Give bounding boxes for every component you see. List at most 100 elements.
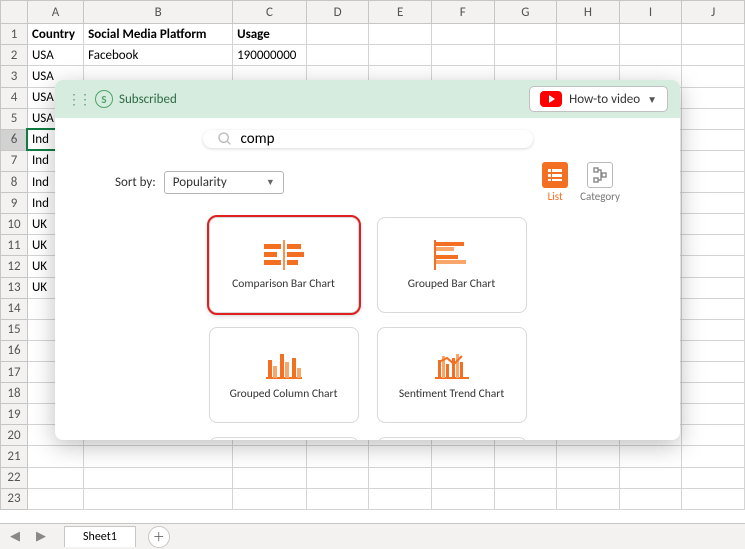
col-header[interactable]: J: [682, 1, 745, 24]
cell[interactable]: Country: [27, 24, 83, 45]
select-all-corner[interactable]: [1, 1, 28, 24]
cell[interactable]: [682, 425, 745, 446]
view-category-button[interactable]: Category: [580, 162, 620, 203]
col-header[interactable]: A: [27, 1, 83, 24]
cell[interactable]: [557, 467, 620, 488]
row-header[interactable]: 15: [1, 319, 28, 340]
cell[interactable]: [306, 488, 369, 509]
cell[interactable]: [682, 340, 745, 361]
cell[interactable]: [27, 488, 83, 509]
cell[interactable]: [682, 319, 745, 340]
cell[interactable]: [682, 214, 745, 235]
row-header[interactable]: 22: [1, 467, 28, 488]
row-header[interactable]: 5: [1, 108, 28, 129]
cell[interactable]: [682, 404, 745, 425]
col-header[interactable]: G: [494, 1, 557, 24]
cell[interactable]: [84, 446, 233, 467]
chart-card-comparison-bar[interactable]: Comparison Bar Chart: [209, 217, 359, 313]
cell[interactable]: [682, 361, 745, 382]
cell[interactable]: [682, 298, 745, 319]
col-header[interactable]: D: [306, 1, 369, 24]
sheet-nav-next-icon[interactable]: ▶: [30, 526, 52, 548]
cell[interactable]: [233, 446, 307, 467]
col-header[interactable]: I: [619, 1, 682, 24]
cell[interactable]: [619, 467, 682, 488]
row-header[interactable]: 3: [1, 66, 28, 87]
row-header[interactable]: 16: [1, 340, 28, 361]
cell[interactable]: USA: [27, 45, 83, 66]
cell[interactable]: [682, 256, 745, 277]
chart-card-sentiment-trend[interactable]: Sentiment Trend Chart: [377, 327, 527, 423]
cell[interactable]: [682, 150, 745, 171]
cell[interactable]: [494, 45, 557, 66]
cell[interactable]: Facebook: [84, 45, 233, 66]
row-header[interactable]: 21: [1, 446, 28, 467]
chart-search-input[interactable]: [241, 130, 519, 148]
cell[interactable]: [557, 488, 620, 509]
row-header[interactable]: 14: [1, 298, 28, 319]
cell[interactable]: [27, 467, 83, 488]
row-header[interactable]: 12: [1, 256, 28, 277]
row-header[interactable]: 11: [1, 235, 28, 256]
cell[interactable]: [619, 45, 682, 66]
cell[interactable]: [682, 24, 745, 45]
cell[interactable]: [682, 108, 745, 129]
sheet-nav-prev-icon[interactable]: ◀: [4, 526, 26, 548]
cell[interactable]: [306, 446, 369, 467]
cell[interactable]: [431, 488, 494, 509]
cell[interactable]: [306, 24, 369, 45]
col-header[interactable]: H: [557, 1, 620, 24]
cell[interactable]: [682, 235, 745, 256]
how-to-video-button[interactable]: How-to video ▼: [529, 86, 668, 112]
cell[interactable]: [682, 171, 745, 192]
cell[interactable]: [682, 129, 745, 150]
row-header[interactable]: 19: [1, 404, 28, 425]
row-header[interactable]: 1: [1, 24, 28, 45]
cell[interactable]: [369, 24, 432, 45]
row-header[interactable]: 10: [1, 214, 28, 235]
cell[interactable]: [369, 488, 432, 509]
row-header[interactable]: 13: [1, 277, 28, 298]
cell[interactable]: [557, 45, 620, 66]
chart-search[interactable]: [203, 130, 533, 148]
cell[interactable]: [682, 45, 745, 66]
cell[interactable]: [682, 277, 745, 298]
cell[interactable]: [369, 467, 432, 488]
cell[interactable]: [494, 488, 557, 509]
row-header[interactable]: 9: [1, 193, 28, 214]
cell[interactable]: [84, 488, 233, 509]
cell[interactable]: [84, 467, 233, 488]
cell[interactable]: [494, 467, 557, 488]
sheet-tab[interactable]: Sheet1: [64, 526, 136, 547]
row-header[interactable]: 23: [1, 488, 28, 509]
cell[interactable]: [233, 488, 307, 509]
cell[interactable]: [431, 467, 494, 488]
row-header[interactable]: 17: [1, 361, 28, 382]
cell[interactable]: [306, 45, 369, 66]
cell[interactable]: 190000000: [233, 45, 307, 66]
col-header[interactable]: F: [431, 1, 494, 24]
row-header[interactable]: 4: [1, 87, 28, 108]
chart-card-sm-comparison[interactable]: SM Comparison: [377, 437, 527, 440]
cell[interactable]: Social Media Platform: [84, 24, 233, 45]
cell[interactable]: [557, 24, 620, 45]
cell[interactable]: [682, 488, 745, 509]
cell[interactable]: [27, 446, 83, 467]
cell[interactable]: [306, 467, 369, 488]
cell[interactable]: [619, 446, 682, 467]
cell[interactable]: [431, 24, 494, 45]
col-header[interactable]: C: [233, 1, 307, 24]
cell[interactable]: [557, 446, 620, 467]
cell[interactable]: Usage: [233, 24, 307, 45]
chart-card-sentiment-matrix[interactable]: Sentiment Matrix: [209, 437, 359, 440]
cell[interactable]: [494, 446, 557, 467]
row-header[interactable]: 18: [1, 383, 28, 404]
cell[interactable]: [431, 446, 494, 467]
drag-handle-icon[interactable]: ⋮⋮: [67, 91, 89, 108]
row-header[interactable]: 7: [1, 150, 28, 171]
col-header[interactable]: B: [84, 1, 233, 24]
cell[interactable]: [619, 24, 682, 45]
cell[interactable]: [682, 87, 745, 108]
cell[interactable]: [682, 467, 745, 488]
cell[interactable]: [682, 383, 745, 404]
